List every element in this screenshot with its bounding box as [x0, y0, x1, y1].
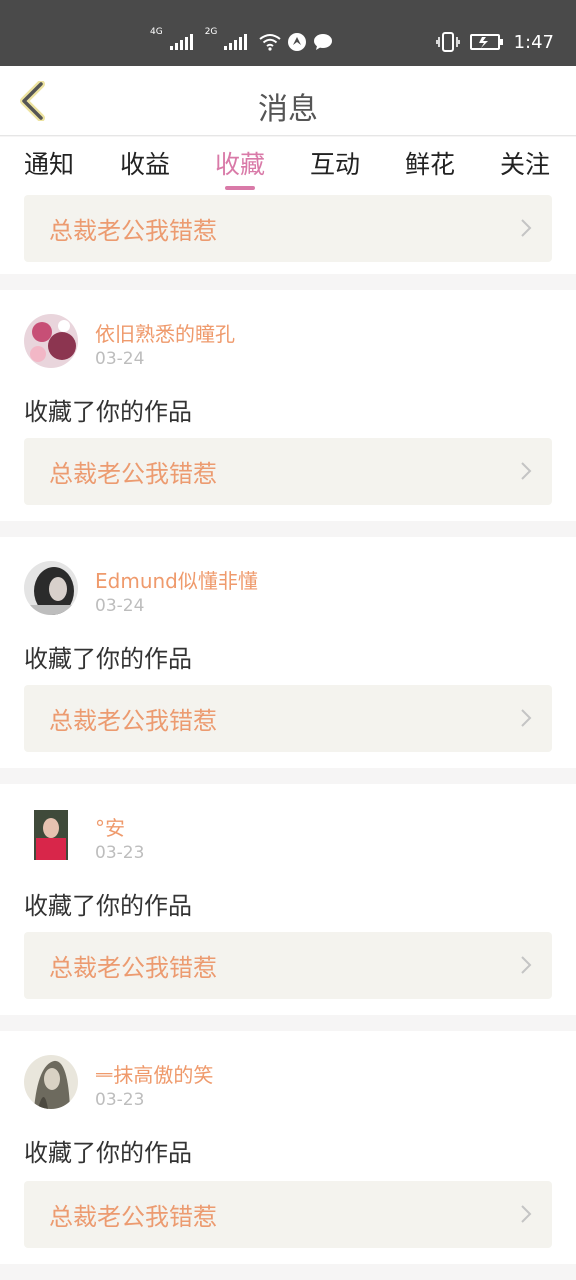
date: 03-23: [95, 1090, 145, 1110]
username[interactable]: °安: [95, 812, 125, 841]
signal-icon: [169, 34, 193, 50]
work-title: 总裁老公我错惹: [49, 217, 217, 245]
tab-bar: 通知 收益 收藏 互动 鲜花 关注: [0, 137, 576, 193]
action-text: 收藏了你的作品: [24, 892, 192, 920]
status-right-group: 1:47: [435, 22, 554, 62]
work-link[interactable]: 总裁老公我错惹: [24, 195, 552, 262]
vibrate-icon: [435, 32, 460, 52]
tab-follows[interactable]: 关注: [500, 145, 550, 181]
username[interactable]: ᆖ抹高傲的笑: [95, 1059, 213, 1088]
app-notification-icon: [288, 33, 307, 51]
list-item: Edmund似懂非懂 03-24 收藏了你的作品 总裁老公我错惹: [0, 537, 576, 768]
tab-flowers[interactable]: 鲜花: [405, 145, 455, 181]
username[interactable]: Edmund似懂非懂: [95, 565, 258, 594]
list-item: 总裁老公我错惹: [0, 193, 576, 274]
tab-interactions[interactable]: 互动: [310, 145, 360, 181]
avatar[interactable]: [24, 808, 78, 862]
chevron-right-icon: [521, 462, 532, 480]
clock: 1:47: [513, 31, 554, 53]
work-link[interactable]: 总裁老公我错惹: [24, 685, 552, 752]
status-network-group: 4G 2G: [150, 22, 333, 62]
work-title: 总裁老公我错惹: [49, 1203, 217, 1231]
date: 03-24: [95, 596, 145, 616]
list-item: °安 03-23 收藏了你的作品 总裁老公我错惹: [0, 784, 576, 1015]
network-type-2: 2G: [204, 27, 218, 37]
list-item: 依旧熟悉的瞳孔 03-24 收藏了你的作品 总裁老公我错惹: [0, 290, 576, 521]
work-title: 总裁老公我错惹: [49, 954, 217, 982]
work-title: 总裁老公我错惹: [49, 460, 217, 488]
network-type-1: 4G: [150, 27, 163, 37]
avatar[interactable]: [24, 561, 78, 615]
tab-favorites[interactable]: 收藏: [215, 145, 265, 181]
tab-notifications[interactable]: 通知: [24, 145, 74, 181]
action-text: 收藏了你的作品: [24, 1139, 192, 1167]
work-link[interactable]: 总裁老公我错惹: [24, 438, 552, 505]
chat-notification-icon: [314, 34, 333, 50]
work-link[interactable]: 总裁老公我错惹: [24, 1181, 552, 1248]
battery-icon: [469, 34, 503, 50]
page-title: 消息: [258, 92, 318, 127]
chevron-right-icon: [521, 1205, 532, 1223]
active-tab-indicator: [225, 186, 255, 190]
action-text: 收藏了你的作品: [24, 398, 192, 426]
list-item: ᆖ抹高傲的笑 03-23 收藏了你的作品 总裁老公我错惹: [0, 1031, 576, 1264]
avatar[interactable]: [24, 1055, 78, 1109]
work-title: 总裁老公我错惹: [49, 707, 217, 735]
chevron-right-icon: [521, 956, 532, 974]
signal-icon: [224, 34, 248, 50]
action-text: 收藏了你的作品: [24, 645, 192, 673]
date: 03-23: [95, 843, 145, 863]
avatar[interactable]: [24, 314, 78, 368]
tab-earnings[interactable]: 收益: [120, 145, 170, 181]
chevron-right-icon: [521, 219, 532, 237]
status-bar: 4G 2G 1:47: [0, 0, 576, 66]
date: 03-24: [95, 349, 145, 369]
chevron-right-icon: [521, 709, 532, 727]
wifi-icon: [259, 34, 282, 51]
username[interactable]: 依旧熟悉的瞳孔: [95, 318, 235, 347]
work-link[interactable]: 总裁老公我错惹: [24, 932, 552, 999]
header: 消息: [0, 66, 576, 136]
